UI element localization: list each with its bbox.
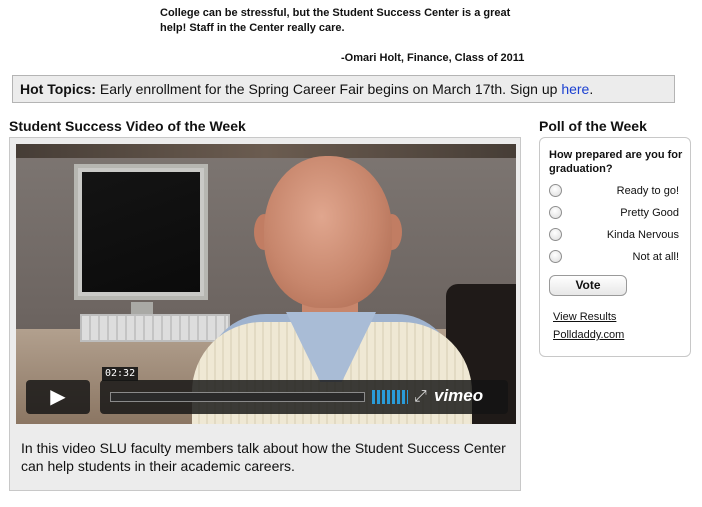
hot-topics-text: Early enrollment for the Spring Career F… bbox=[95, 81, 562, 97]
fullscreen-icon[interactable]: ⤢ bbox=[414, 387, 427, 407]
volume-icon[interactable] bbox=[372, 390, 408, 404]
poll-option-radio[interactable] bbox=[549, 228, 562, 241]
testimonial-author: -Omari Holt, Finance, Class of 2011 bbox=[341, 52, 525, 64]
play-icon: ▶ bbox=[50, 386, 66, 408]
poll-option-radio[interactable] bbox=[549, 206, 562, 219]
poll-heading: Poll of the Week bbox=[539, 118, 647, 134]
hot-topics-end: . bbox=[589, 81, 594, 97]
poll-option-label: Not at all! bbox=[632, 251, 679, 263]
poll-option[interactable]: Pretty Good bbox=[549, 205, 679, 221]
vote-button[interactable]: Vote bbox=[549, 275, 627, 296]
poll-option[interactable]: Kinda Nervous bbox=[549, 227, 679, 243]
poll-option-label: Ready to go! bbox=[616, 185, 679, 197]
poll-option[interactable]: Not at all! bbox=[549, 249, 679, 265]
poll-option[interactable]: Ready to go! bbox=[549, 183, 679, 199]
video-frame-monitor-screen bbox=[82, 172, 200, 292]
poll-option-label: Pretty Good bbox=[620, 207, 679, 219]
video-frame-speaker-head bbox=[264, 156, 392, 308]
play-button[interactable]: ▶ bbox=[26, 380, 90, 414]
poll-option-radio[interactable] bbox=[549, 250, 562, 263]
testimonial-quote: College can be stressful, but the Studen… bbox=[160, 7, 511, 34]
view-results-link[interactable]: View Results bbox=[553, 310, 616, 324]
video-timecode: 02:32 bbox=[102, 367, 139, 381]
poll-option-label: Kinda Nervous bbox=[606, 229, 679, 241]
video-progress-bar[interactable] bbox=[110, 392, 365, 402]
vimeo-logo[interactable]: vimeo bbox=[434, 385, 483, 407]
video-frame-shelf bbox=[16, 144, 516, 158]
video-heading: Student Success Video of the Week bbox=[9, 118, 246, 134]
poll-option-radio[interactable] bbox=[549, 184, 562, 197]
video-control-bar: ⤢ vimeo bbox=[100, 380, 508, 414]
poll-widget: How prepared are you for graduation? Rea… bbox=[539, 137, 691, 357]
video-frame-monitor bbox=[74, 164, 208, 300]
video-frame-keyboard bbox=[80, 314, 230, 342]
polldaddy-link[interactable]: Polldaddy.com bbox=[553, 328, 624, 342]
hot-topics-signup-link[interactable]: here bbox=[561, 81, 589, 97]
hot-topics-banner: Hot Topics: Early enrollment for the Spr… bbox=[12, 75, 675, 103]
poll-question: How prepared are you for graduation? bbox=[549, 149, 683, 175]
video-description: In this video SLU faculty members talk a… bbox=[21, 440, 506, 474]
video-panel: ▶ ⤢ vimeo 02:32 In this video SLU facult… bbox=[9, 137, 521, 491]
hot-topics-label: Hot Topics: bbox=[20, 81, 96, 97]
video-controls: ▶ ⤢ vimeo 02:32 bbox=[26, 367, 508, 414]
video-player[interactable]: ▶ ⤢ vimeo 02:32 bbox=[16, 144, 516, 424]
